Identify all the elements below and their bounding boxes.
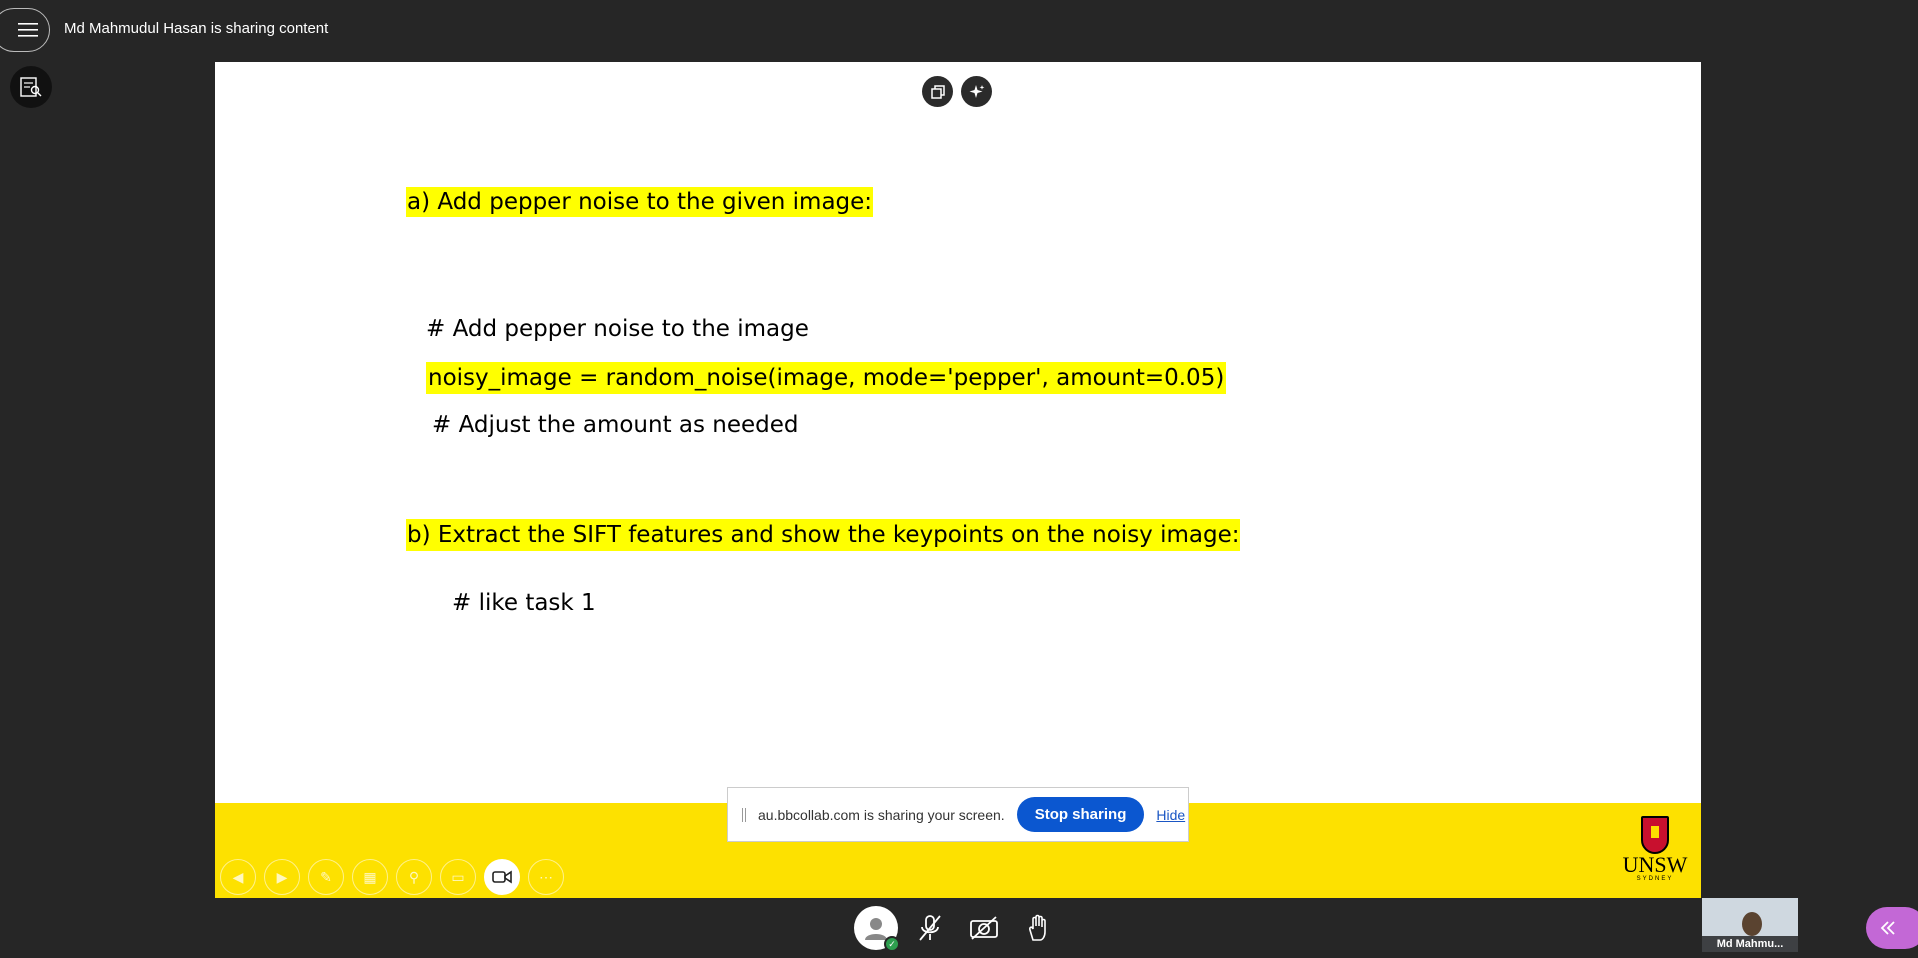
copy-icon (930, 84, 945, 99)
main-menu-button[interactable] (0, 8, 50, 52)
open-panel-button[interactable] (1866, 907, 1918, 949)
zoom-button[interactable]: ⚲ (396, 859, 432, 895)
slide-heading-a: a) Add pepper noise to the given image: (406, 187, 874, 217)
zoom-icon: ⚲ (408, 868, 420, 885)
subtitles-icon: ▭ (451, 868, 465, 885)
next-slide-icon: ▶ (276, 868, 288, 885)
chevron-left-double-icon (1880, 921, 1895, 935)
hide-link[interactable]: Hide (1156, 807, 1185, 823)
unsw-logo: UNSW SYDNEY (1618, 816, 1692, 888)
layout-button[interactable]: ▦ (352, 859, 388, 895)
transcript-icon (20, 77, 42, 97)
sparkle-icon (969, 84, 984, 98)
video-camera-icon (492, 870, 512, 884)
prev-slide-button[interactable]: ◀ (220, 859, 256, 895)
pen-icon: ✎ (320, 868, 332, 885)
raise-hand-icon (1029, 914, 1046, 941)
participant-name: Md Mahmu... (1702, 936, 1798, 952)
session-controls: ✓ (854, 906, 1060, 952)
presentation-toolbar: ◀ ▶ ✎ ▦ ⚲ ▭ ⋯ (220, 859, 564, 895)
participant-video-image (1742, 912, 1762, 936)
drag-handle[interactable] (742, 807, 746, 822)
slide-controls (922, 76, 992, 107)
participant-video-tile[interactable]: Md Mahmu... (1702, 898, 1798, 952)
camera-off-icon (970, 916, 998, 940)
more-icon: ⋯ (539, 868, 553, 885)
more-options-button[interactable]: ⋯ (528, 859, 564, 895)
pen-tool-button[interactable]: ✎ (308, 859, 344, 895)
camera-button[interactable] (962, 906, 1006, 950)
mute-microphone-button[interactable] (908, 906, 952, 950)
next-slide-button[interactable]: ▶ (264, 859, 300, 895)
layout-icon: ▦ (363, 868, 377, 885)
transcript-button[interactable] (10, 66, 52, 108)
sharing-status-title: Md Mahmudul Hasan is sharing content (64, 20, 329, 37)
status-check-icon: ✓ (884, 936, 900, 952)
share-message: au.bbcollab.com is sharing your screen. (758, 806, 1005, 823)
code-comment-add-noise: # Add pepper noise to the image (426, 316, 809, 342)
avatar-icon (865, 918, 887, 940)
sparkle-button[interactable] (961, 76, 992, 107)
code-line-random-noise: noisy_image = random_noise(image, mode='… (426, 362, 1227, 394)
code-comment-adjust: # Adjust the amount as needed (432, 412, 799, 438)
mic-off-icon (919, 915, 941, 941)
code-comment-like-task: # like task 1 (452, 590, 596, 616)
menu-icon (18, 23, 38, 37)
video-camera-button[interactable] (484, 859, 520, 895)
prev-slide-icon: ◀ (232, 868, 244, 885)
unsw-logo-name: UNSW (1622, 852, 1688, 877)
screen-share-notification: au.bbcollab.com is sharing your screen. … (727, 787, 1189, 842)
subtitles-button[interactable]: ▭ (440, 859, 476, 895)
copy-slide-button[interactable] (922, 76, 953, 107)
unsw-crest-icon (1641, 816, 1669, 854)
raise-hand-button[interactable] (1016, 906, 1060, 950)
slide-heading-b: b) Extract the SIFT features and show th… (406, 519, 1241, 551)
stop-sharing-button[interactable]: Stop sharing (1016, 797, 1145, 832)
my-status-button[interactable]: ✓ (854, 906, 900, 952)
